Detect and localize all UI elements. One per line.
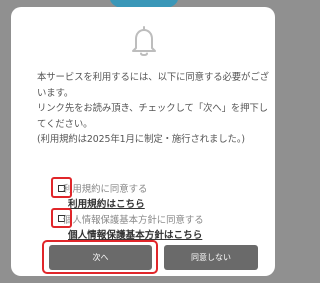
agreement-dialog: 本サービスを利用するには、以下に同意する必要がございます。 リンク先をお読み頂き… <box>11 7 275 276</box>
terms-checkbox-label: 利用規約に同意する <box>63 184 148 195</box>
disagree-button[interactable]: 同意しない <box>164 245 258 270</box>
next-button[interactable]: 次へ <box>49 245 152 270</box>
terms-link[interactable]: 利用規約はこちら <box>68 196 145 210</box>
privacy-checkbox-label: 個人情報保護基本方針に同意する <box>63 215 204 226</box>
dialog-message: 本サービスを利用するには、以下に同意する必要がございます。 リンク先をお読み頂き… <box>37 72 269 145</box>
bell-icon <box>132 26 156 56</box>
privacy-link[interactable]: 個人情報保護基本方針はこちら <box>68 227 202 241</box>
